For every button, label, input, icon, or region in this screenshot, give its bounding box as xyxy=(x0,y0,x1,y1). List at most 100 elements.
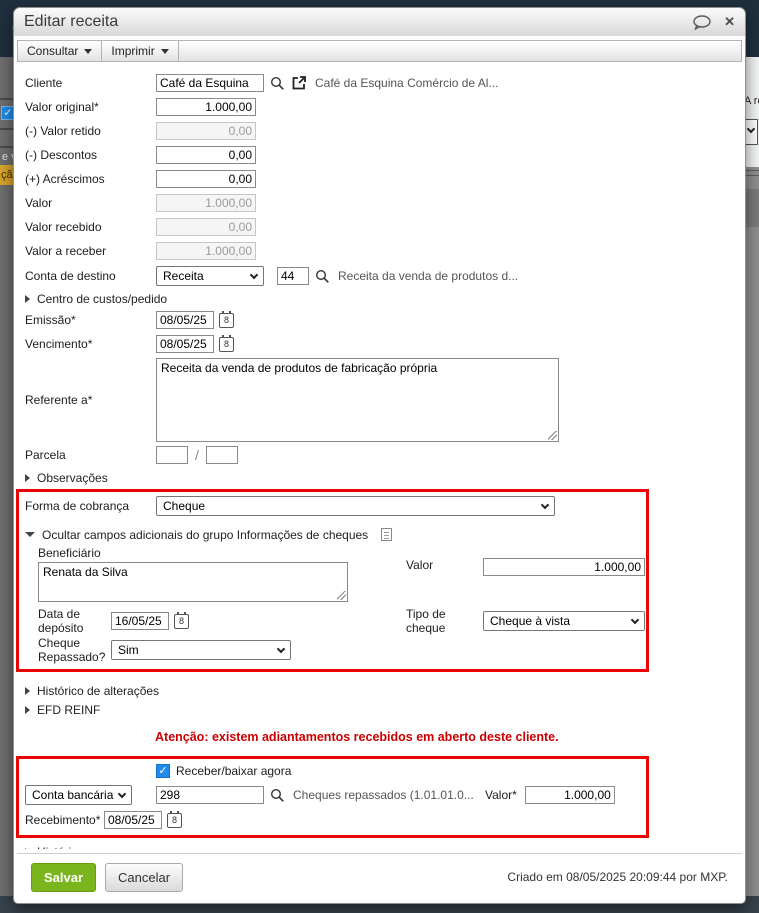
expander-observacoes-label: Observações xyxy=(37,470,108,485)
chevron-down-icon xyxy=(540,500,550,509)
expander-centro-custos[interactable]: Centro de custos/pedido xyxy=(25,289,733,308)
beneficiario-textarea[interactable]: Renata da Silva xyxy=(38,562,348,602)
conta-destino-code-input[interactable] xyxy=(277,267,309,285)
acrescimos-label: (+) Acréscimos xyxy=(25,172,105,186)
tipo-cheque-select[interactable]: Cheque à vista xyxy=(483,611,645,631)
conta-bancaria-helper-text: Cheques repassados (1.01.01.0... xyxy=(293,788,474,802)
cheque-columns: Beneficiário Renata da Silva Valor xyxy=(38,546,645,602)
acrescimos-input[interactable] xyxy=(156,170,256,188)
forma-cobranca-select[interactable]: Cheque xyxy=(156,496,555,516)
conta-bancaria-select[interactable]: Conta bancária xyxy=(25,785,132,805)
descontos-input[interactable] xyxy=(156,146,256,164)
conta-bancaria-row: Conta bancária Cheques repassados (1.01.… xyxy=(25,782,640,808)
resize-handle-icon[interactable] xyxy=(548,431,557,440)
conta-bancaria-select-value: Conta bancária xyxy=(32,788,114,802)
referente-textarea[interactable]: Receita da venda de produtos de fabricaç… xyxy=(156,358,559,442)
tipo-cheque-select-value: Cheque à vista xyxy=(490,614,571,628)
expander-historico[interactable]: Histórico xyxy=(25,842,733,849)
expanded-triangle-icon xyxy=(25,532,35,537)
close-icon[interactable]: ✕ xyxy=(724,14,735,30)
notes-icon[interactable] xyxy=(381,528,393,541)
chevron-down-icon xyxy=(117,789,127,798)
valor-retido-label: (-) Valor retido xyxy=(25,124,101,138)
vencimento-input[interactable] xyxy=(156,335,214,353)
beneficiario-block: Beneficiário Renata da Silva xyxy=(38,546,370,602)
referente-text: Receita da venda de produtos de fabricaç… xyxy=(161,361,438,375)
cancel-button[interactable]: Cancelar xyxy=(105,862,184,892)
receber-valor-label: Valor* xyxy=(485,788,517,802)
search-icon[interactable] xyxy=(270,788,285,803)
expander-historico-alteracoes[interactable]: Histórico de alterações xyxy=(25,681,733,700)
emissao-label: Emissão* xyxy=(25,313,76,327)
forma-cobranca-select-value: Cheque xyxy=(163,499,206,513)
collapsed-triangle-icon xyxy=(25,294,30,303)
dropdown-caret-icon xyxy=(84,48,93,54)
open-external-icon[interactable] xyxy=(291,75,307,91)
recebimento-row: Recebimento* 8 xyxy=(25,808,640,832)
cheque-valor-input[interactable] xyxy=(483,558,645,576)
conta-bancaria-code-input[interactable] xyxy=(156,786,264,804)
tipo-cheque-label: Tipo de cheque xyxy=(406,607,446,635)
search-icon[interactable] xyxy=(270,76,285,91)
calendar-icon[interactable]: 8 xyxy=(167,810,182,828)
dialog-footer: Salvar Cancelar Criado em 08/05/2025 20:… xyxy=(17,853,742,900)
cheque-columns-2: Data de depósito 8 Tipo de cheque Cheque… xyxy=(38,606,645,636)
expander-centro-custos-label: Centro de custos/pedido xyxy=(37,291,168,306)
collapsed-triangle-icon xyxy=(25,847,30,849)
receber-valor-input[interactable] xyxy=(524,786,615,804)
chevron-down-icon xyxy=(276,644,286,653)
cheque-repassado-select[interactable]: Sim xyxy=(111,640,291,660)
annotation-box-cheque: Forma de cobrança Cheque Ocultar campos … xyxy=(16,489,649,672)
cheque-repassado-row: Cheque Repassado? Sim xyxy=(38,636,640,664)
parcela-number-input[interactable] xyxy=(156,446,188,464)
beneficiario-label: Beneficiário xyxy=(38,546,101,560)
search-icon[interactable] xyxy=(315,269,330,284)
calendar-icon[interactable]: 8 xyxy=(174,611,189,629)
parcela-separator: / xyxy=(195,447,199,463)
calendar-icon[interactable]: 8 xyxy=(219,334,234,352)
field-row-conta-destino: Conta de destino Receita Receita da vend… xyxy=(25,263,733,289)
field-row-valor-a-receber: Valor a receber xyxy=(25,239,733,263)
cliente-input[interactable] xyxy=(156,74,264,92)
imprimir-menu-button[interactable]: Imprimir xyxy=(102,41,179,61)
data-deposito-row: Data de depósito 8 xyxy=(38,606,370,636)
valor-label: Valor xyxy=(25,196,53,210)
background-right-text: A re xyxy=(744,95,759,107)
cliente-label: Cliente xyxy=(25,76,63,90)
field-row-valor-original: Valor original* xyxy=(25,95,733,119)
expander-ocultar-cheques[interactable]: Ocultar campos adicionais do grupo Infor… xyxy=(25,525,640,544)
expander-observacoes[interactable]: Observações xyxy=(25,468,733,487)
checked-checkbox[interactable]: ✓ xyxy=(156,764,170,778)
save-button[interactable]: Salvar xyxy=(31,862,97,892)
forma-cobranca-label: Forma de cobrança xyxy=(25,499,130,513)
conta-destino-select[interactable]: Receita xyxy=(156,266,264,286)
valor-recebido-label: Valor recebido xyxy=(25,220,102,234)
recebimento-input[interactable] xyxy=(104,811,162,829)
vencimento-label: Vencimento* xyxy=(25,337,93,351)
collapsed-triangle-icon xyxy=(25,686,30,695)
descontos-label: (-) Descontos xyxy=(25,148,98,162)
cheque-repassado-select-value: Sim xyxy=(118,643,139,657)
field-row-valor-retido: (-) Valor retido xyxy=(25,119,733,143)
cheque-valor-block: Valor xyxy=(406,546,645,602)
data-deposito-input[interactable] xyxy=(111,612,169,630)
edit-revenue-dialog: Editar receita ✕ Consultar Imprimir Clie… xyxy=(13,7,746,904)
resize-handle-icon[interactable] xyxy=(337,591,346,600)
field-row-parcela: Parcela / xyxy=(25,442,733,468)
chevron-down-icon xyxy=(249,270,259,279)
emissao-input[interactable] xyxy=(156,311,214,329)
chevron-down-icon xyxy=(746,124,756,134)
expander-efd-reinf[interactable]: EFD REINF xyxy=(25,700,733,719)
conta-destino-select-value: Receita xyxy=(163,269,204,283)
cheque-valor-label: Valor xyxy=(406,558,434,572)
field-row-forma-cobranca: Forma de cobrança Cheque xyxy=(25,493,640,519)
comment-bubble-icon[interactable] xyxy=(692,14,712,30)
parcela-total-input[interactable] xyxy=(205,446,238,464)
calendar-icon[interactable]: 8 xyxy=(219,310,234,328)
tipo-cheque-row: Tipo de cheque Cheque à vista xyxy=(406,606,645,636)
expander-historico-label: Histórico xyxy=(37,845,84,850)
consultar-label: Consultar xyxy=(27,44,79,58)
consultar-menu-button[interactable]: Consultar xyxy=(18,41,103,61)
field-row-valor: Valor xyxy=(25,191,733,215)
valor-original-input[interactable] xyxy=(156,98,256,116)
